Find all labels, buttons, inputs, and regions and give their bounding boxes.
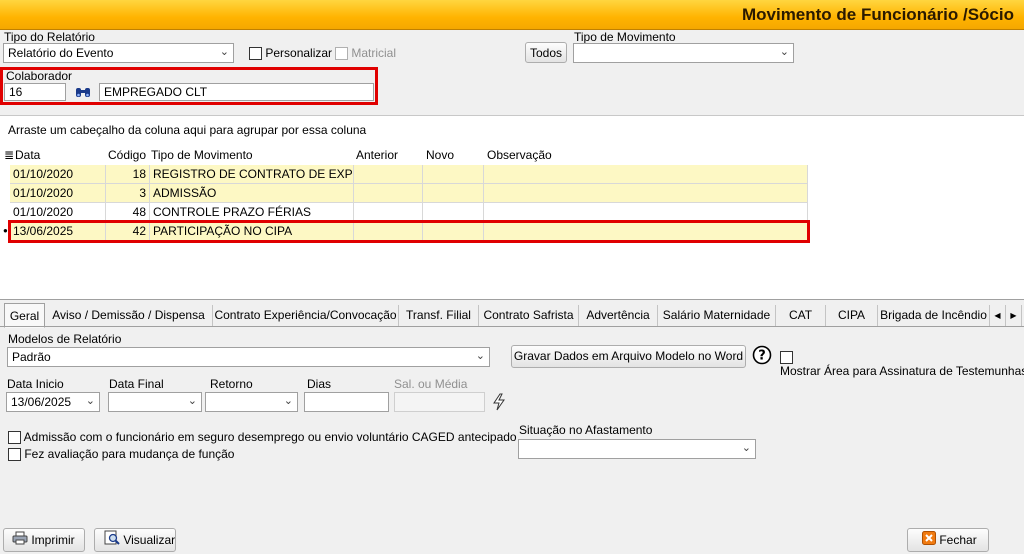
- dias-label: Dias: [307, 377, 332, 391]
- tab-geral[interactable]: Geral: [4, 303, 45, 328]
- checkbox-box[interactable]: [8, 431, 21, 445]
- cell-novo: [423, 184, 484, 203]
- help-icon[interactable]: ?: [752, 345, 772, 365]
- matricial-checkbox[interactable]: Matricial: [335, 46, 397, 61]
- personalizar-checkbox[interactable]: Personalizar: [249, 46, 333, 61]
- printer-icon: [12, 530, 28, 552]
- colaborador-name-input[interactable]: EMPREGADO CLT: [99, 83, 374, 101]
- todos-button[interactable]: Todos: [525, 42, 567, 63]
- chevron-down-icon: ⌄: [741, 442, 751, 454]
- sal-media-label: Sal. ou Média: [394, 377, 468, 391]
- colaborador-code-input[interactable]: 16: [4, 83, 66, 101]
- tab-transf-filial[interactable]: Transf. Filial: [399, 305, 479, 327]
- column-header-codigo[interactable]: Código: [108, 148, 146, 165]
- admissao-checkbox[interactable]: Admissão com o funcionário em seguro des…: [8, 430, 517, 445]
- admissao-label: Admissão com o funcionário em seguro des…: [23, 430, 517, 444]
- column-header-anterior[interactable]: Anterior: [356, 148, 398, 165]
- mostrar-assinatura-checkbox[interactable]: Mostrar Área para Assinatura de Testemun…: [780, 350, 1024, 378]
- visualizar-label: Visualizar: [123, 533, 176, 547]
- data-inicio-value: 13/06/2025: [11, 395, 72, 409]
- situacao-select[interactable]: ⌄: [518, 439, 756, 459]
- table-row[interactable]: 01/10/2020 18 REGISTRO DE CONTRATO DE EX…: [10, 165, 808, 184]
- tab-contrato-experiencia[interactable]: Contrato Experiência/Convocação: [213, 305, 399, 327]
- fechar-button[interactable]: Fechar: [907, 528, 989, 552]
- chevron-down-icon: ⌄: [85, 395, 95, 407]
- close-icon: [922, 530, 936, 552]
- checkbox-box[interactable]: [780, 351, 793, 365]
- cell-observacao: [484, 165, 808, 184]
- table-row[interactable]: 01/10/2020 3 ADMISSÃO: [10, 184, 808, 203]
- tab-scroll-left-icon[interactable]: ◀: [990, 305, 1006, 327]
- chevron-down-icon: ⌄: [283, 395, 293, 407]
- checkbox-box[interactable]: [8, 448, 21, 462]
- cell-codigo: 18: [106, 165, 150, 184]
- cell-novo: [423, 165, 484, 184]
- cell-tipo: ADMISSÃO: [150, 184, 354, 203]
- retorno-label: Retorno: [210, 377, 253, 391]
- sal-media-input: [394, 392, 485, 412]
- chevron-down-icon: ⌄: [779, 46, 789, 58]
- avaliacao-label: Fez avaliação para mudança de função: [24, 447, 235, 461]
- column-header-tipo[interactable]: Tipo de Movimento: [151, 148, 253, 165]
- tipo-movimento-label: Tipo de Movimento: [574, 30, 676, 44]
- modelos-select[interactable]: Padrão ⌄: [7, 347, 490, 367]
- chevron-down-icon: ⌄: [219, 46, 229, 58]
- tab-cat[interactable]: CAT: [776, 305, 826, 327]
- group-by-hint: Arraste um cabeçalho da coluna aqui para…: [8, 123, 367, 137]
- svg-text:?: ?: [758, 349, 766, 364]
- cell-observacao: [484, 184, 808, 203]
- tipo-relatorio-value: Relatório do Evento: [8, 46, 114, 60]
- binoculars-icon[interactable]: [75, 85, 91, 99]
- column-header-observacao[interactable]: Observação: [487, 148, 552, 165]
- column-header-novo[interactable]: Novo: [426, 148, 454, 165]
- chevron-down-icon: ⌄: [187, 395, 197, 407]
- modelos-label: Modelos de Relatório: [8, 332, 122, 346]
- matricial-label: Matricial: [351, 46, 397, 60]
- retorno-picker[interactable]: ⌄: [205, 392, 298, 412]
- gravar-word-button[interactable]: Gravar Dados em Arquivo Modelo no Word: [511, 345, 746, 368]
- tab-brigada-incendio[interactable]: Brigada de Incêndio: [878, 305, 990, 327]
- tab-cipa[interactable]: CIPA: [826, 305, 878, 327]
- cell-data: 01/10/2020: [10, 184, 106, 203]
- personalizar-label: Personalizar: [265, 46, 333, 60]
- chevron-down-icon: ⌄: [475, 350, 485, 362]
- column-chooser-icon[interactable]: ≣: [4, 148, 14, 165]
- selected-row-highlight: [8, 220, 810, 243]
- fechar-label: Fechar: [939, 533, 977, 547]
- cell-data: 01/10/2020: [10, 165, 106, 184]
- tab-bar: Geral Aviso / Demissão / Dispensa Contra…: [0, 303, 1024, 328]
- preview-icon: [104, 530, 120, 552]
- cell-codigo: 3: [106, 184, 150, 203]
- window-title: Movimento de Funcionário /Sócio: [741, 5, 1014, 24]
- title-bar: Movimento de Funcionário /Sócio: [0, 0, 1024, 30]
- data-final-picker[interactable]: ⌄: [108, 392, 202, 412]
- situacao-label: Situação no Afastamento: [519, 423, 653, 437]
- tab-scroll-right-icon[interactable]: ▶: [1006, 305, 1022, 327]
- data-inicio-picker[interactable]: 13/06/2025 ⌄: [6, 392, 100, 412]
- visualizar-button[interactable]: Visualizar: [94, 528, 176, 552]
- imprimir-label: Imprimir: [31, 533, 75, 547]
- data-inicio-label: Data Inicio: [7, 377, 64, 391]
- data-final-label: Data Final: [109, 377, 164, 391]
- tipo-movimento-select[interactable]: ⌄: [573, 43, 794, 63]
- lightning-icon[interactable]: [491, 393, 507, 411]
- checkbox-box[interactable]: [335, 47, 348, 61]
- tipo-relatorio-select[interactable]: Relatório do Evento ⌄: [3, 43, 234, 63]
- tab-salario-maternidade[interactable]: Salário Maternidade: [658, 305, 776, 327]
- avaliacao-checkbox[interactable]: Fez avaliação para mudança de função: [8, 447, 235, 462]
- modelos-value: Padrão: [12, 350, 51, 364]
- tab-contrato-safrista[interactable]: Contrato Safrista: [479, 305, 579, 327]
- cell-anterior: [354, 165, 423, 184]
- imprimir-button[interactable]: Imprimir: [3, 528, 85, 552]
- cell-anterior: [354, 184, 423, 203]
- tipo-relatorio-label: Tipo do Relatório: [4, 30, 95, 44]
- mostrar-assinatura-label: Mostrar Área para Assinatura de Testemun…: [780, 364, 1024, 379]
- checkbox-box[interactable]: [249, 47, 262, 61]
- cell-tipo: REGISTRO DE CONTRATO DE EXPERII: [150, 165, 354, 184]
- tab-aviso-demissao[interactable]: Aviso / Demissão / Dispensa: [45, 305, 213, 327]
- dias-input[interactable]: [304, 392, 389, 412]
- column-header-data[interactable]: Data: [15, 148, 40, 165]
- tab-advertencia[interactable]: Advertência: [579, 305, 658, 327]
- colaborador-label: Colaborador: [6, 69, 73, 83]
